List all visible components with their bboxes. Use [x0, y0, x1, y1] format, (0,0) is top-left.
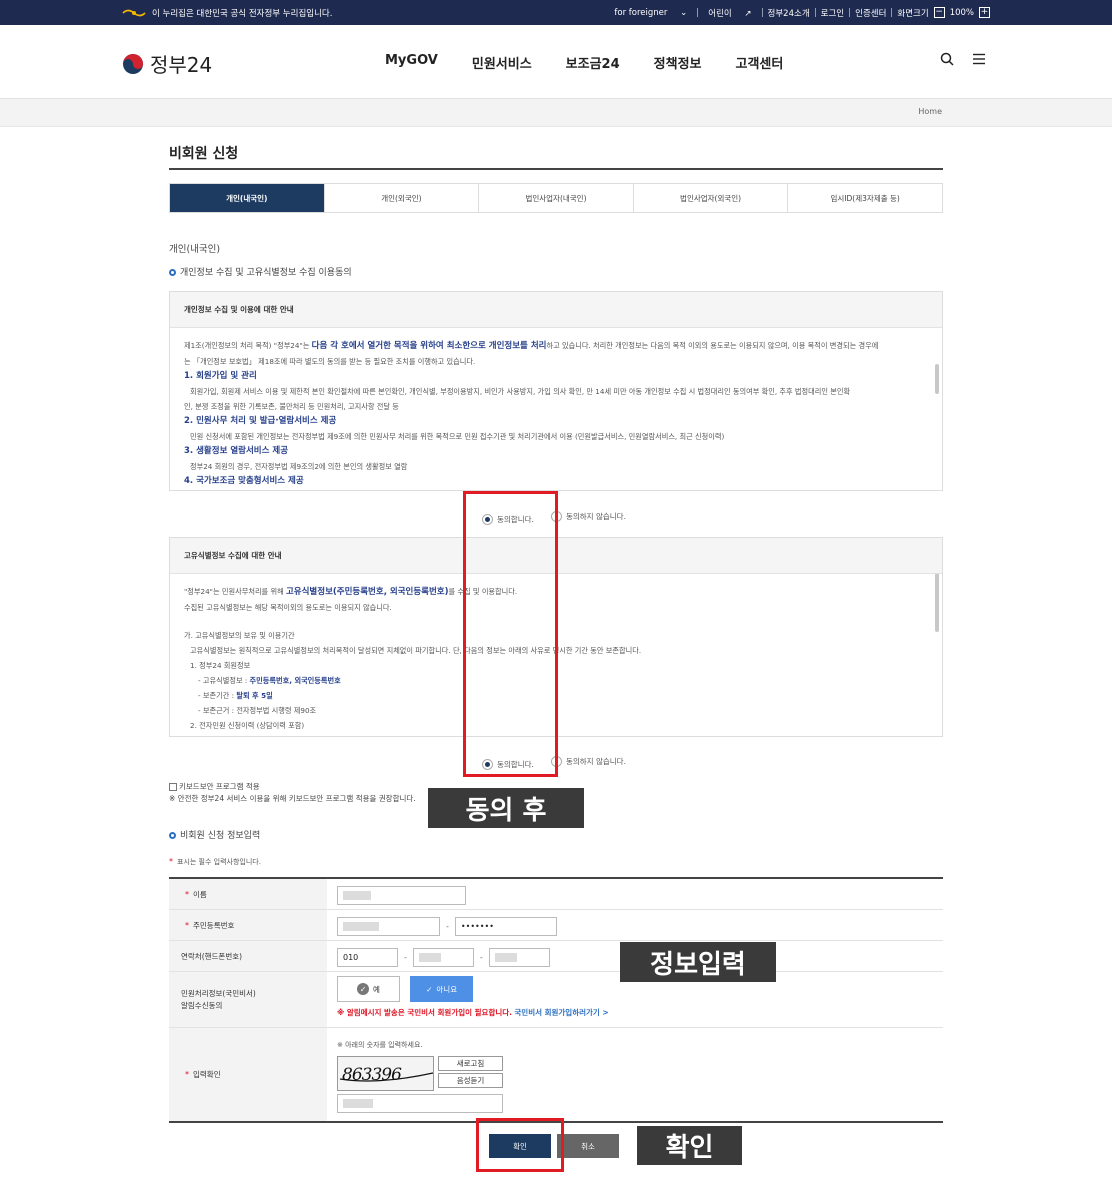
gov-emblem-icon [122, 9, 146, 16]
applicant-type-tabs: 개인(내국인) 개인(외국인) 법인사업자(내국인) 법인사업자(외국인) 임시… [169, 183, 943, 213]
scrollbar-thumb[interactable] [935, 574, 939, 632]
captcha-audio-button[interactable]: 음성듣기 [438, 1073, 503, 1088]
gov-notice: 이 누리집은 대한민국 공식 전자정부 누리집입니다. [122, 0, 332, 25]
title-underline [169, 168, 943, 170]
annotation-info-input: 정보입력 [620, 942, 776, 982]
alert-yes-button[interactable]: ✓ 예 [337, 976, 400, 1002]
captcha-noise-icon [339, 1072, 433, 1082]
tab-corp-domestic[interactable]: 법인사업자(내국인) [479, 184, 634, 212]
privacy-notice-title: 개인정보 수집 및 이용에 대한 안내 [170, 292, 942, 328]
annotation-confirm: 확인 [637, 1126, 742, 1165]
external-link-icon: ↗ [744, 8, 752, 19]
name-row: * 이름 [169, 879, 943, 910]
form-heading: 비회원 신청 정보입력 [169, 828, 260, 841]
zoom-out-button[interactable]: − [933, 7, 945, 18]
breadcrumb-band: Home [0, 99, 1112, 127]
name-input[interactable] [337, 886, 466, 905]
alert-no-button[interactable]: ✓ 아니요 [410, 976, 474, 1002]
privacy-notice-body[interactable]: 제1조(개인정보의 처리 목적) "정부24"는 다음 각 호에서 열거한 목적… [170, 328, 942, 490]
phone-prefix-select[interactable]: 010 [337, 948, 398, 967]
nav-civil-service[interactable]: 민원서비스 [472, 53, 532, 72]
confirm-highlight-box [476, 1118, 564, 1172]
header-icons [940, 52, 986, 66]
rrn-back-input[interactable]: ••••••• [454, 917, 557, 936]
applicant-info-form: * 이름 * 주민등록번호 - ••••••• 연락처(핸드폰번호) 010- - 민원… [169, 877, 943, 1123]
rrn-row: * 주민등록번호 - ••••••• [169, 910, 943, 941]
tab-temp-id[interactable]: 임시ID(제3자제출 등) [788, 184, 942, 212]
bullet-circle-icon [169, 832, 176, 839]
check-icon: ✓ [357, 983, 370, 995]
zoom-in-button[interactable]: + [979, 7, 990, 18]
keyboard-security: 키보드보안 프로그램 적용 ※ 안전한 정부24 서비스 이용을 위해 키보드보… [169, 782, 416, 803]
consent-heading: 개인정보 수집 및 고유식별정보 수집 이용동의 [169, 265, 352, 278]
tab-personal-domestic[interactable]: 개인(내국인) [170, 184, 325, 212]
tab-corp-foreign[interactable]: 법인사업자(외국인) [633, 184, 789, 212]
login-link[interactable]: 로그인 [816, 7, 849, 19]
taegeuk-logo-icon [123, 53, 143, 74]
nav-customer-center[interactable]: 고객센터 [736, 53, 784, 72]
phone-middle-input[interactable] [412, 948, 474, 967]
zoom-label: 화면크기 [897, 8, 929, 19]
site-header: 정부24 MyGOV 민원서비스 보조금24 정책정보 고객센터 [0, 25, 1112, 99]
consent-highlight-box [463, 491, 558, 777]
nav-policy-info[interactable]: 정책정보 [654, 53, 702, 72]
tab-personal-foreign[interactable]: 개인(외국인) [324, 184, 480, 212]
cert-center-link[interactable]: 인증센터 [850, 7, 891, 19]
required-note: * 표시는 필수 입력사항입니다. [169, 857, 261, 866]
captcha-label: 입력확인 [193, 1070, 221, 1079]
logo-text: 정부24 [150, 53, 213, 77]
search-icon[interactable] [940, 52, 954, 66]
menu-icon[interactable] [972, 52, 986, 66]
rrn-label: 주민등록번호 [193, 920, 235, 930]
main-nav: MyGOV 민원서비스 보조금24 정책정보 고객센터 [385, 53, 783, 72]
cancel-button[interactable]: 취소 [557, 1134, 619, 1158]
utility-links: for foreigner ⌄ 어린이 ↗ 정부24소개 로그인 인증센터 화면… [604, 0, 990, 25]
captcha-row: * 입력확인 ※ 아래의 숫자를 입력하세요. 863396 새로고침 음성듣기 [169, 1028, 943, 1123]
name-label: 이름 [193, 889, 207, 899]
alert-consent-row: 민원처리정보(국민비서) 알림수신동의 ✓ 예 ✓ 아니요 ※ 알림메시지 발송은 … [169, 972, 943, 1028]
bullet-circle-icon [169, 269, 176, 276]
keyboard-security-checkbox[interactable] [169, 783, 177, 791]
chevron-down-icon: ⌄ [680, 7, 688, 18]
privacy-disagree-radio[interactable]: 동의하지 않습니다. [550, 511, 626, 522]
kids-link[interactable]: 어린이 ↗ [698, 7, 761, 19]
nav-mygov[interactable]: MyGOV [385, 53, 438, 72]
site-logo[interactable]: 정부24 [122, 49, 212, 78]
gov-notice-text: 이 누리집은 대한민국 공식 전자정부 누리집입니다. [152, 8, 333, 19]
phone-last-input[interactable] [488, 948, 550, 967]
captcha-input[interactable] [337, 1094, 503, 1113]
page-title: 비회원 신청 [169, 146, 239, 162]
about-link[interactable]: 정부24소개 [763, 7, 815, 19]
rrn-front-input[interactable] [337, 917, 440, 936]
national-assistant-signup-link[interactable]: 국민비서 회원가입하러가기 > [514, 1008, 608, 1017]
captcha-image: 863396 [337, 1056, 434, 1091]
check-icon: ✓ [426, 984, 433, 994]
category-label: 개인(내국인) [169, 244, 221, 255]
top-utility-bar: 이 누리집은 대한민국 공식 전자정부 누리집입니다. for foreigne… [0, 0, 1112, 25]
unique-id-disagree-radio[interactable]: 동의하지 않습니다. [550, 756, 626, 767]
phone-label: 연락처(핸드폰번호) [181, 951, 243, 961]
scrollbar-thumb[interactable] [935, 364, 939, 394]
captcha-refresh-button[interactable]: 새로고침 [438, 1056, 503, 1071]
nav-subsidy24[interactable]: 보조금24 [566, 53, 620, 72]
phone-row: 연락처(핸드폰번호) 010- - [169, 941, 943, 972]
annotation-after-consent: 동의 후 [428, 788, 584, 828]
zoom-value: 100% [949, 7, 974, 18]
breadcrumb-home[interactable]: Home [918, 107, 942, 116]
foreigner-link[interactable]: for foreigner ⌄ [604, 8, 697, 18]
privacy-notice-box: 개인정보 수집 및 이용에 대한 안내 제1조(개인정보의 처리 목적) "정부… [169, 291, 943, 491]
